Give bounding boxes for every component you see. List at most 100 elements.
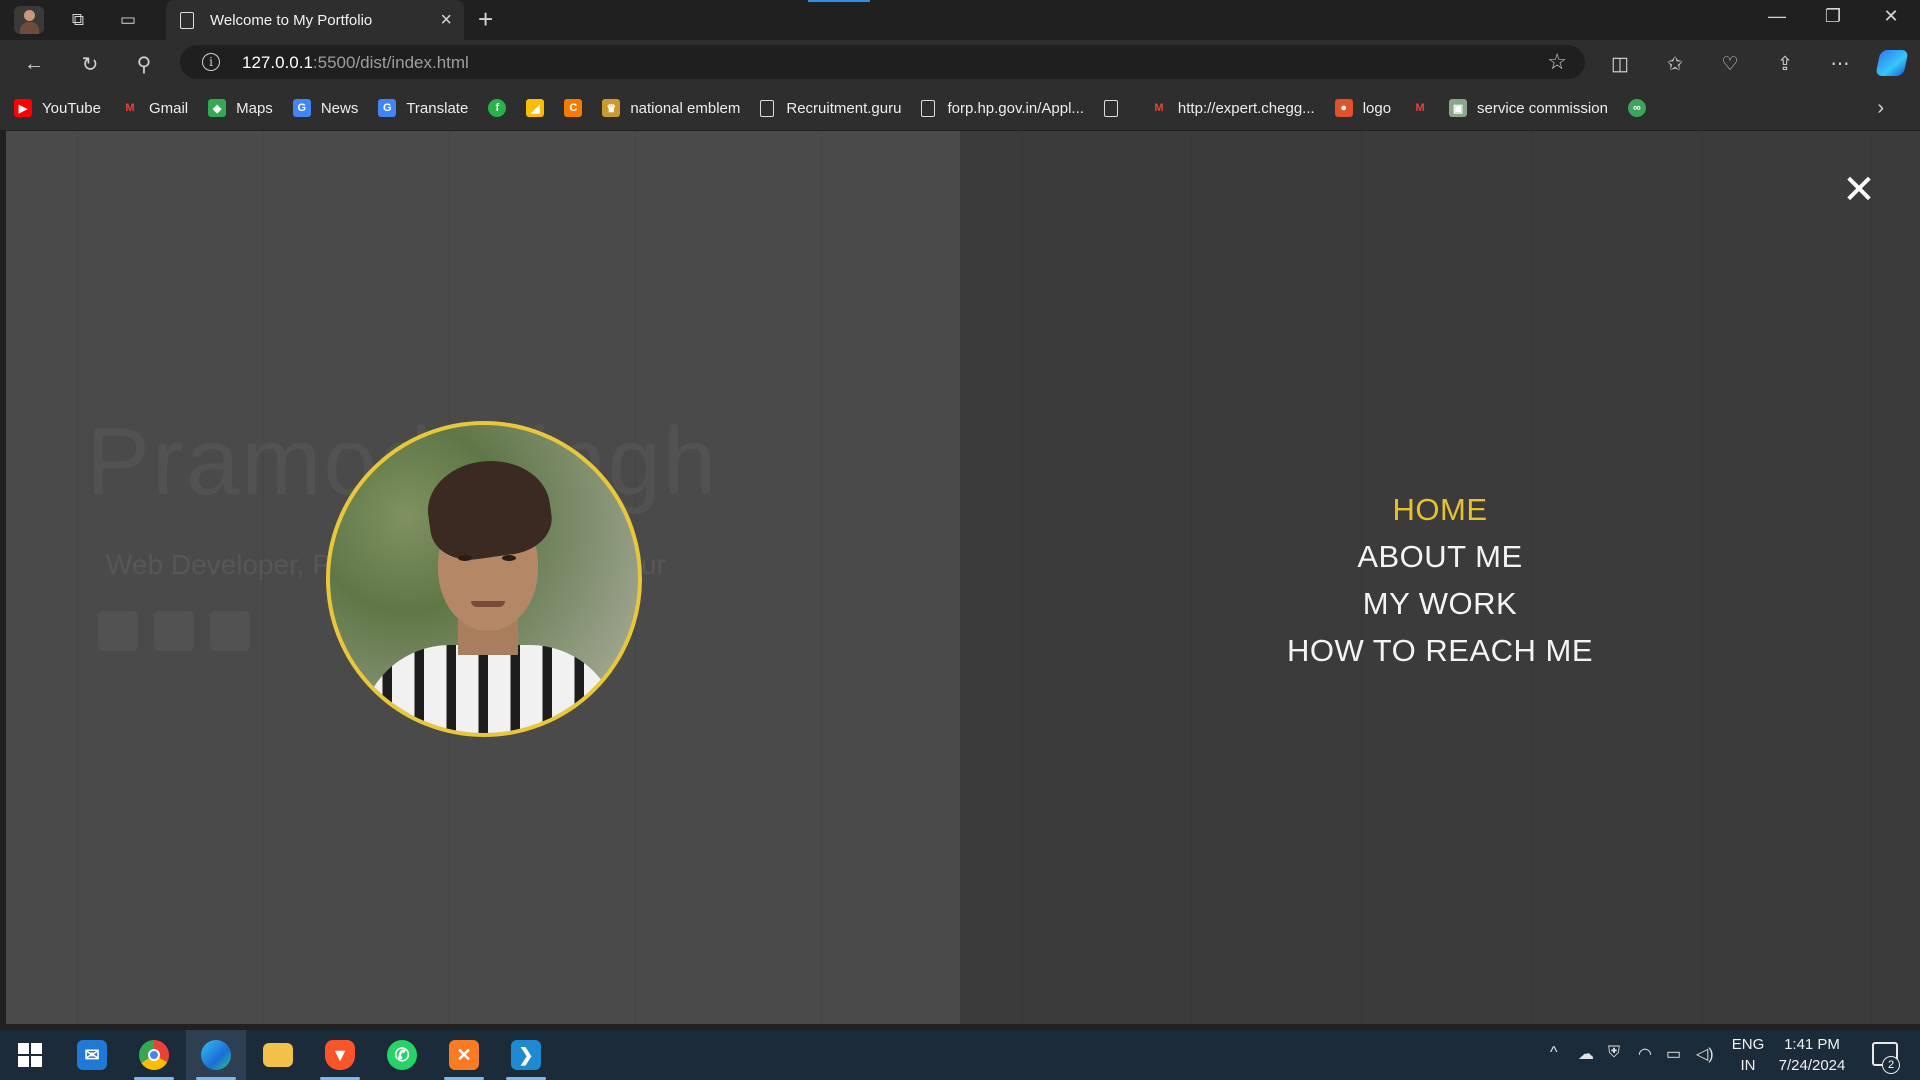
share-icon[interactable]: ⇪ [1771,50,1799,78]
battery-icon[interactable]: ▭ [1666,1044,1681,1064]
bookmark-label: forp.hp.gov.in/Appl... [947,99,1084,117]
page-icon [760,99,775,117]
url-text[interactable]: 127.0.0.1:5500/dist/index.html [242,53,469,73]
emblem-icon: ♛ [602,99,621,117]
link-icon: ∞ [1627,99,1646,117]
gmail-icon: M [125,102,135,114]
xampp-icon[interactable]: ✕ [434,1030,494,1080]
bookmark-item[interactable] [1103,99,1130,117]
region-code: IN [1740,1057,1756,1074]
bookmark-label: Maps [236,99,273,117]
onedrive-icon[interactable]: ☁ [1578,1044,1594,1064]
vscode-icon[interactable]: ❯ [496,1030,556,1080]
bookmark-item[interactable]: G News [292,99,359,117]
bookmark-item[interactable]: f [488,99,507,117]
bookmark-item[interactable]: M Gmail [121,99,188,117]
logo-icon: ● [1334,99,1353,117]
bookmark-item[interactable]: Recruitment.guru [760,99,901,117]
menu-item-about-me[interactable]: ABOUT ME [960,533,1920,580]
url-host: 127.0.0.1 [242,53,313,72]
menu-item-how-to-reach-me[interactable]: HOW TO REACH ME [960,627,1920,674]
bookmark-item[interactable]: ● logo [1334,99,1391,117]
c-icon: C [564,99,583,117]
gmail-icon: M [1154,102,1164,114]
bookmark-label: News [320,99,359,117]
youtube-icon: ▶ [14,99,32,117]
menu-item-my-work[interactable]: MY WORK [960,580,1920,627]
bookmarks-overflow-icon[interactable]: › [1877,97,1884,120]
tab-title: Welcome to My Portfolio [210,11,373,29]
bookmark-item[interactable]: ▣ service commission [1449,99,1608,117]
wifi-icon[interactable]: ◠ [1638,1044,1652,1064]
gmail-icon: M [1415,102,1425,114]
split-screen-icon[interactable]: ◫ [1606,50,1634,78]
favorite-star-icon[interactable]: ☆ [1547,49,1567,75]
close-window-icon[interactable]: ✕ [1876,6,1906,27]
restore-icon[interactable]: ❐ [1818,6,1848,27]
bookmark-item[interactable]: ♛ national emblem [602,99,740,117]
profile-avatar[interactable] [14,6,44,34]
bookmark-item[interactable]: C [564,99,583,117]
clock-date: 7/24/2024 [1778,1057,1846,1074]
taskbar: ✉ ▼ ✆ ✕ ❯ ^ ☁ ⛨ ◠ ▭ ◁) ENG IN 1:41 PM 7/… [0,1030,1920,1080]
favorites-icon[interactable]: ✩ [1661,50,1689,78]
brave-icon[interactable]: ▼ [310,1030,370,1080]
page-viewport: Pramod Singh Web Developer, Programmer &… [6,131,1920,1024]
page-icon [1103,99,1118,117]
bookmark-item[interactable]: ◆ Maps [208,99,273,117]
f-icon: f [488,99,507,117]
workspaces-icon[interactable]: ⧉ [66,8,90,32]
facebook-icon[interactable] [210,611,250,651]
close-menu-icon[interactable]: ✕ [1840,167,1878,213]
whatsapp-icon[interactable]: ✆ [372,1030,432,1080]
volume-icon[interactable]: ◁) [1696,1044,1714,1064]
bookmark-label: http://expert.chegg... [1177,99,1315,117]
bookmark-item[interactable]: ▶ YouTube [14,99,101,117]
start-icon[interactable] [0,1030,60,1080]
drive-icon: ◢ [526,99,545,117]
url-path: :5500/dist/index.html [312,53,469,72]
security-icon[interactable]: ⛨ [1608,1044,1620,1062]
translate-icon: G [378,99,397,117]
linkedin-icon[interactable] [154,611,194,651]
minimize-icon[interactable]: — [1762,6,1792,27]
show-hidden-icons[interactable]: ^ [1550,1044,1558,1062]
address-bar[interactable]: i 127.0.0.1:5500/dist/index.html ☆ [180,45,1585,79]
bookmark-item[interactable]: forp.hp.gov.in/Appl... [921,99,1084,117]
bookmark-label: Translate [406,99,469,117]
toolbar: ← ↻ ⚲ i 127.0.0.1:5500/dist/index.html ☆… [0,40,1920,86]
hero-section: Pramod Singh Web Developer, Programmer &… [6,131,960,1024]
bookmark-item[interactable]: ∞ [1627,99,1646,117]
browser-essentials-icon[interactable]: ♡ [1716,50,1744,78]
close-tab-icon[interactable]: × [440,9,452,32]
language-code: ENG [1731,1036,1765,1053]
mail-icon[interactable]: ✉ [62,1030,122,1080]
chrome-icon[interactable] [124,1030,184,1080]
back-icon[interactable]: ← [20,50,48,78]
file-explorer-icon[interactable] [248,1030,308,1080]
page-icon [180,11,194,29]
bookmark-label: Gmail [148,99,189,117]
vertical-tabs-icon[interactable]: ▭ [116,8,140,32]
new-tab-icon[interactable]: + [478,4,493,35]
clock[interactable]: 1:41 PM 7/24/2024 [1772,1036,1852,1074]
menu-item-home[interactable]: HOME [960,486,1920,533]
twitter-icon[interactable] [98,611,138,651]
bookmark-item[interactable]: M [1411,99,1429,117]
bookmark-item[interactable]: ◢ [526,99,545,117]
bookmark-item[interactable]: G Translate [378,99,468,117]
copilot-icon[interactable] [1875,50,1909,76]
loading-indicator [808,0,870,2]
edge-icon[interactable] [186,1030,246,1080]
search-icon[interactable]: ⚲ [130,50,158,78]
bookmark-label: national emblem [630,99,741,117]
bookmark-item[interactable]: Mhttp://expert.chegg... [1150,99,1315,117]
tab-portfolio[interactable]: Welcome to My Portfolio × [166,0,464,40]
site-info-icon[interactable]: i [202,53,220,71]
notification-count: 2 [1882,1056,1900,1074]
refresh-icon[interactable]: ↻ [76,50,104,78]
main-menu: HOME ABOUT ME MY WORK HOW TO REACH ME [960,486,1920,674]
more-menu-icon[interactable]: ⋯ [1826,50,1854,78]
maps-icon: ◆ [208,99,227,117]
language-indicator[interactable]: ENG IN [1730,1036,1766,1074]
